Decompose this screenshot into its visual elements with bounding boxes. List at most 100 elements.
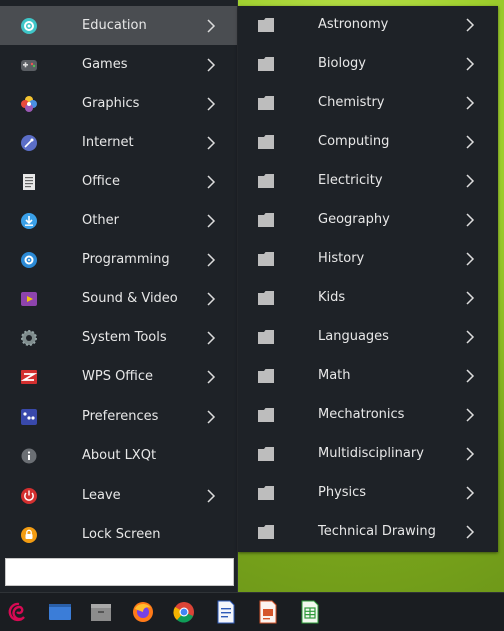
submenu-item-label: Mechatronics <box>318 407 405 422</box>
submenu-item-label: Math <box>318 368 351 383</box>
document-icon <box>20 173 38 191</box>
submenu-item-geography[interactable]: Geography <box>238 201 498 240</box>
debian-menu-icon[interactable] <box>5 599 31 625</box>
chrome-icon[interactable] <box>171 599 197 625</box>
chevron-right-icon <box>207 253 216 267</box>
search-input[interactable] <box>5 558 234 586</box>
chevron-right-icon <box>207 489 216 503</box>
chevron-right-icon <box>207 19 216 33</box>
menu-item-wps-office[interactable]: WPS Office <box>0 357 237 396</box>
submenu-item-math[interactable]: Math <box>238 357 498 396</box>
folder-icon <box>258 213 274 227</box>
folder-icon <box>258 96 274 110</box>
chevron-right-icon <box>207 292 216 306</box>
chevron-right-icon <box>466 408 475 422</box>
menu-item-about-lxqt[interactable]: About LXQt <box>0 436 237 475</box>
folder-icon <box>258 330 274 344</box>
menu-item-system-tools[interactable]: System Tools <box>0 318 237 357</box>
submenu-item-chemistry[interactable]: Chemistry <box>238 84 498 123</box>
folder-icon <box>258 135 274 149</box>
chevron-right-icon <box>466 18 475 32</box>
menu-item-label: Games <box>82 57 128 72</box>
submenu-item-technical-drawing[interactable]: Technical Drawing <box>238 513 498 552</box>
folder-icon <box>258 57 274 71</box>
chevron-right-icon <box>466 291 475 305</box>
folder-icon <box>258 18 274 32</box>
submenu-item-history[interactable]: History <box>238 240 498 279</box>
submenu-item-label: Electricity <box>318 173 383 188</box>
menu-item-education[interactable]: Education <box>0 6 237 45</box>
menu-item-label: Internet <box>82 135 134 150</box>
desktop-icon[interactable] <box>47 599 73 625</box>
submenu-item-electricity[interactable]: Electricity <box>238 162 498 201</box>
menu-item-label: Lock Screen <box>82 527 161 542</box>
info-icon <box>20 447 38 465</box>
submenu-item-astronomy[interactable]: Astronomy <box>238 6 498 45</box>
menu-item-label: Education <box>82 18 147 33</box>
menu-item-games[interactable]: Games <box>0 45 237 84</box>
folder-icon <box>258 447 274 461</box>
submenu-item-label: Languages <box>318 329 389 344</box>
menu-item-lock-screen[interactable]: Lock Screen <box>0 515 237 554</box>
firefox-icon[interactable] <box>130 599 156 625</box>
gamepad-icon <box>20 56 38 74</box>
submenu-item-label: Astronomy <box>318 17 389 32</box>
menu-item-internet[interactable]: Internet <box>0 123 237 162</box>
menu-item-sound-video[interactable]: Sound & Video <box>0 279 237 318</box>
submenu-item-multidisciplinary[interactable]: Multidisciplinary <box>238 435 498 474</box>
menu-item-label: Programming <box>82 252 170 267</box>
chevron-right-icon <box>207 97 216 111</box>
submenu-item-label: Computing <box>318 134 390 149</box>
chevron-right-icon <box>207 370 216 384</box>
folder-icon <box>258 486 274 500</box>
submenu-item-label: Technical Drawing <box>318 524 436 539</box>
submenu-item-biology[interactable]: Biology <box>238 45 498 84</box>
wps-spreadsheet-icon[interactable] <box>297 599 323 625</box>
education-submenu: Astronomy Biology Chemistry Computing El… <box>238 6 498 552</box>
file-manager-icon[interactable] <box>88 599 114 625</box>
application-menu: Education Games Graphics Internet Office <box>0 0 238 592</box>
submenu-item-physics[interactable]: Physics <box>238 474 498 513</box>
menu-item-label: About LXQt <box>82 448 157 463</box>
submenu-item-computing[interactable]: Computing <box>238 123 498 162</box>
chevron-right-icon <box>466 369 475 383</box>
wps-writer-icon[interactable] <box>213 599 239 625</box>
submenu-item-label: Kids <box>318 290 346 305</box>
chevron-right-icon <box>466 174 475 188</box>
menu-item-programming[interactable]: Programming <box>0 240 237 279</box>
menu-item-office[interactable]: Office <box>0 162 237 201</box>
submenu-item-label: Geography <box>318 212 390 227</box>
menu-item-graphics[interactable]: Graphics <box>0 84 237 123</box>
folder-icon <box>258 408 274 422</box>
folder-icon <box>258 291 274 305</box>
chevron-right-icon <box>207 58 216 72</box>
folder-icon <box>258 174 274 188</box>
menu-item-preferences[interactable]: Preferences <box>0 397 237 436</box>
preferences-icon <box>20 408 38 426</box>
submenu-item-mechatronics[interactable]: Mechatronics <box>238 396 498 435</box>
chevron-right-icon <box>466 486 475 500</box>
wps-presentation-icon[interactable] <box>255 599 281 625</box>
chevron-right-icon <box>466 135 475 149</box>
menu-item-leave[interactable]: Leave <box>0 476 237 515</box>
menu-item-label: Other <box>82 213 119 228</box>
graphics-icon <box>20 95 38 113</box>
submenu-item-label: History <box>318 251 365 266</box>
chevron-right-icon <box>466 57 475 71</box>
chevron-right-icon <box>466 252 475 266</box>
menu-item-label: System Tools <box>82 330 167 345</box>
submenu-item-kids[interactable]: Kids <box>238 279 498 318</box>
lock-icon <box>20 526 38 544</box>
submenu-item-label: Biology <box>318 56 366 71</box>
chevron-right-icon <box>207 331 216 345</box>
menu-item-label: Preferences <box>82 409 159 424</box>
wps-office-icon <box>20 368 38 386</box>
submenu-item-label: Multidisciplinary <box>318 446 424 461</box>
internet-icon <box>20 134 38 152</box>
submenu-item-label: Chemistry <box>318 95 385 110</box>
power-icon <box>20 487 38 505</box>
chevron-right-icon <box>466 96 475 110</box>
menu-item-other[interactable]: Other <box>0 201 237 240</box>
submenu-item-languages[interactable]: Languages <box>238 318 498 357</box>
chevron-right-icon <box>466 525 475 539</box>
